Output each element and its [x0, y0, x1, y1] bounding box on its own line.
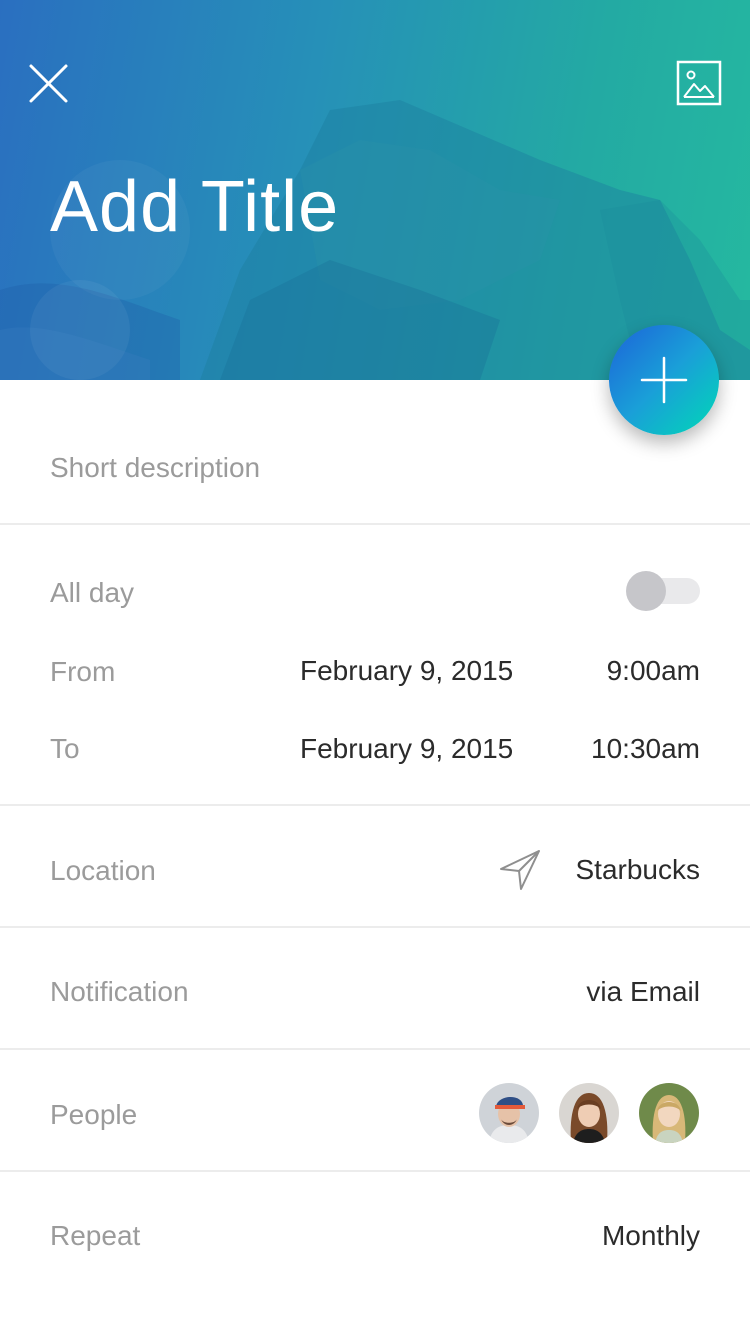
location-label: Location	[50, 855, 156, 886]
close-icon	[29, 64, 68, 103]
from-label: From	[50, 656, 116, 687]
event-editor-screen: Add Title Short description All day From…	[0, 0, 750, 1334]
location-button[interactable]	[497, 848, 543, 892]
avatar-woman-blonde[interactable]	[639, 1083, 699, 1143]
from-time[interactable]: 9:00am	[607, 651, 700, 691]
toggle-knob	[626, 571, 666, 611]
image-icon	[676, 60, 722, 106]
short-description-field[interactable]: Short description	[50, 448, 260, 488]
to-label: To	[50, 733, 80, 764]
location-value[interactable]: Starbucks	[576, 850, 701, 890]
notification-value[interactable]: via Email	[586, 972, 700, 1012]
divider	[0, 523, 750, 525]
to-time[interactable]: 10:30am	[591, 729, 700, 769]
divider	[0, 804, 750, 806]
plus-icon	[640, 356, 688, 404]
all-day-toggle[interactable]	[624, 570, 702, 612]
event-title-input[interactable]: Add Title	[50, 164, 339, 250]
notification-label: Notification	[50, 976, 189, 1007]
all-day-label: All day	[50, 577, 135, 608]
avatar-man-cap[interactable]	[479, 1083, 539, 1143]
change-cover-button[interactable]	[676, 60, 722, 106]
repeat-label: Repeat	[50, 1220, 141, 1251]
repeat-value[interactable]: Monthly	[602, 1216, 700, 1256]
divider	[0, 1048, 750, 1050]
from-date[interactable]: February 9, 2015	[300, 651, 513, 691]
navigation-arrow-icon	[500, 850, 540, 890]
close-button[interactable]	[24, 58, 74, 108]
people-label: People	[50, 1099, 138, 1130]
header-cover-image: Add Title	[0, 0, 750, 380]
divider	[0, 1170, 750, 1172]
avatar-woman-brown-hair[interactable]	[559, 1083, 619, 1143]
add-fab-button[interactable]	[609, 325, 719, 435]
to-date[interactable]: February 9, 2015	[300, 729, 513, 769]
divider	[0, 926, 750, 928]
